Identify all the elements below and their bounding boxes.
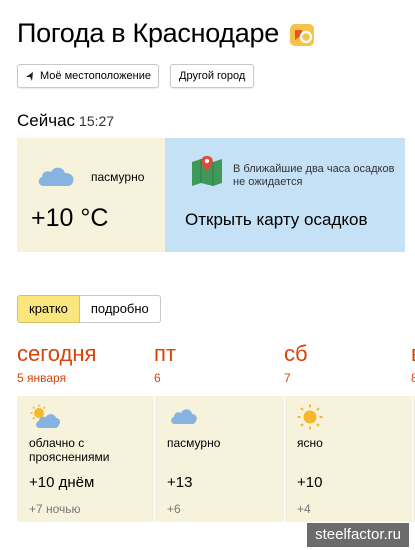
map-pin-icon — [192, 156, 222, 186]
my-location-label: Моё местоположение — [40, 70, 151, 82]
partly-cloudy-icon — [30, 404, 60, 428]
yandex-weather-logo-icon — [290, 24, 314, 46]
forecast-condition: облачно с прояснениями — [29, 436, 110, 464]
forecast-condition: ясно — [297, 436, 323, 450]
forecast-day-temp: +10 — [297, 474, 323, 491]
current-condition: пасмурно — [91, 170, 145, 184]
precipitation-map-card[interactable]: В ближайшие два часа осадков не ожидаетс… — [165, 138, 405, 252]
day-date: 7 — [284, 371, 291, 385]
forecast-day-sat[interactable]: ясно +10 +4 — [285, 396, 412, 522]
day-date: 8 — [411, 371, 415, 385]
forecast-day-today[interactable]: облачно с прояснениями +10 днём +7 ночью — [17, 396, 154, 522]
forecast-night-temp: +4 — [297, 502, 311, 516]
view-toggle: кратко подробно — [17, 295, 161, 323]
tab-detailed[interactable]: подробно — [79, 295, 161, 323]
watermark: steelfactor.ru — [307, 523, 409, 547]
day-name: в — [411, 340, 415, 368]
forecast-day-temp: +10 днём — [29, 474, 95, 491]
precipitation-note: В ближайшие два часа осадков не ожидаетс… — [233, 163, 395, 188]
day-date: 6 — [154, 371, 161, 385]
now-heading: Сейчас 15:27 — [17, 111, 114, 131]
my-location-button[interactable]: Моё местоположение — [17, 64, 159, 88]
forecast-night-temp: +6 — [167, 502, 181, 516]
column-divider — [412, 396, 413, 522]
now-time: 15:27 — [79, 113, 115, 129]
forecast-day-fri[interactable]: пасмурно +13 +6 — [155, 396, 284, 522]
other-city-button[interactable]: Другой город — [170, 64, 254, 88]
forecast-night-temp: +7 ночью — [29, 502, 81, 516]
open-precipitation-map-link[interactable]: Открыть карту осадков — [185, 210, 367, 230]
day-header-today[interactable]: сегодня 5 января — [17, 340, 96, 385]
page-title: Погода в Краснодаре — [17, 18, 279, 48]
forecast-strip: облачно с прояснениями +10 днём +7 ночью… — [17, 396, 415, 522]
day-header-sun[interactable]: в 8 — [411, 340, 415, 385]
day-header-sat[interactable]: сб 7 — [284, 340, 308, 385]
day-name: пт — [154, 341, 176, 366]
cloud-icon — [171, 409, 197, 424]
current-weather-card: пасмурно +10 °C — [17, 138, 165, 252]
day-name: сегодня — [17, 341, 97, 366]
forecast-day-temp: +13 — [167, 474, 193, 491]
day-name: сб — [284, 341, 308, 366]
day-header-fri[interactable]: пт 6 — [154, 340, 176, 385]
forecast-condition: пасмурно — [167, 436, 221, 450]
location-arrow-icon — [26, 72, 33, 81]
now-label: Сейчас — [17, 111, 76, 130]
cloud-icon — [38, 167, 74, 186]
sun-icon — [297, 404, 323, 430]
tab-short[interactable]: кратко — [17, 295, 80, 323]
current-temperature: +10 °C — [31, 204, 109, 232]
day-date: 5 января — [17, 371, 67, 385]
